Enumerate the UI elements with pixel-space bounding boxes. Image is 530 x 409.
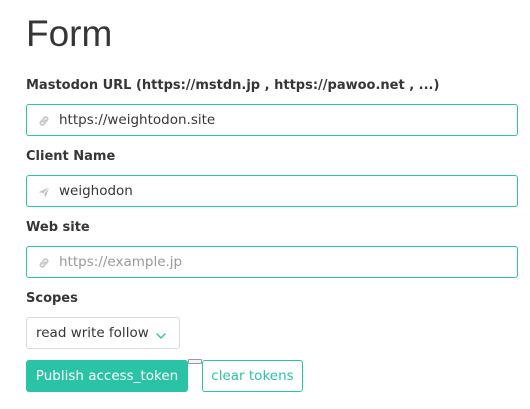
mastodon-url-field[interactable]	[26, 104, 518, 136]
paper-plane-icon	[37, 184, 51, 198]
clear-tokens-button[interactable]: clear tokens	[202, 360, 303, 392]
web-site-label: Web site	[26, 220, 90, 235]
link-icon	[37, 255, 51, 269]
client-name-field[interactable]	[26, 175, 518, 207]
scopes-select[interactable]: read write follow	[26, 317, 180, 349]
mastodon-url-input[interactable]	[59, 105, 509, 135]
web-site-input[interactable]	[59, 247, 509, 277]
link-icon	[37, 113, 51, 127]
page-title: Form	[26, 13, 113, 54]
mastodon-url-label: Mastodon URL (https://mstdn.jp , https:/…	[26, 78, 440, 93]
publish-access-token-button[interactable]: Publish access_token	[26, 360, 188, 392]
client-name-label: Client Name	[26, 149, 116, 164]
resize-handle[interactable]	[188, 359, 202, 364]
scopes-selected-value: read write follow	[36, 325, 149, 341]
client-name-input[interactable]	[59, 176, 509, 206]
chevron-down-icon	[155, 327, 167, 339]
scopes-label: Scopes	[26, 291, 78, 306]
web-site-field[interactable]	[26, 246, 518, 278]
